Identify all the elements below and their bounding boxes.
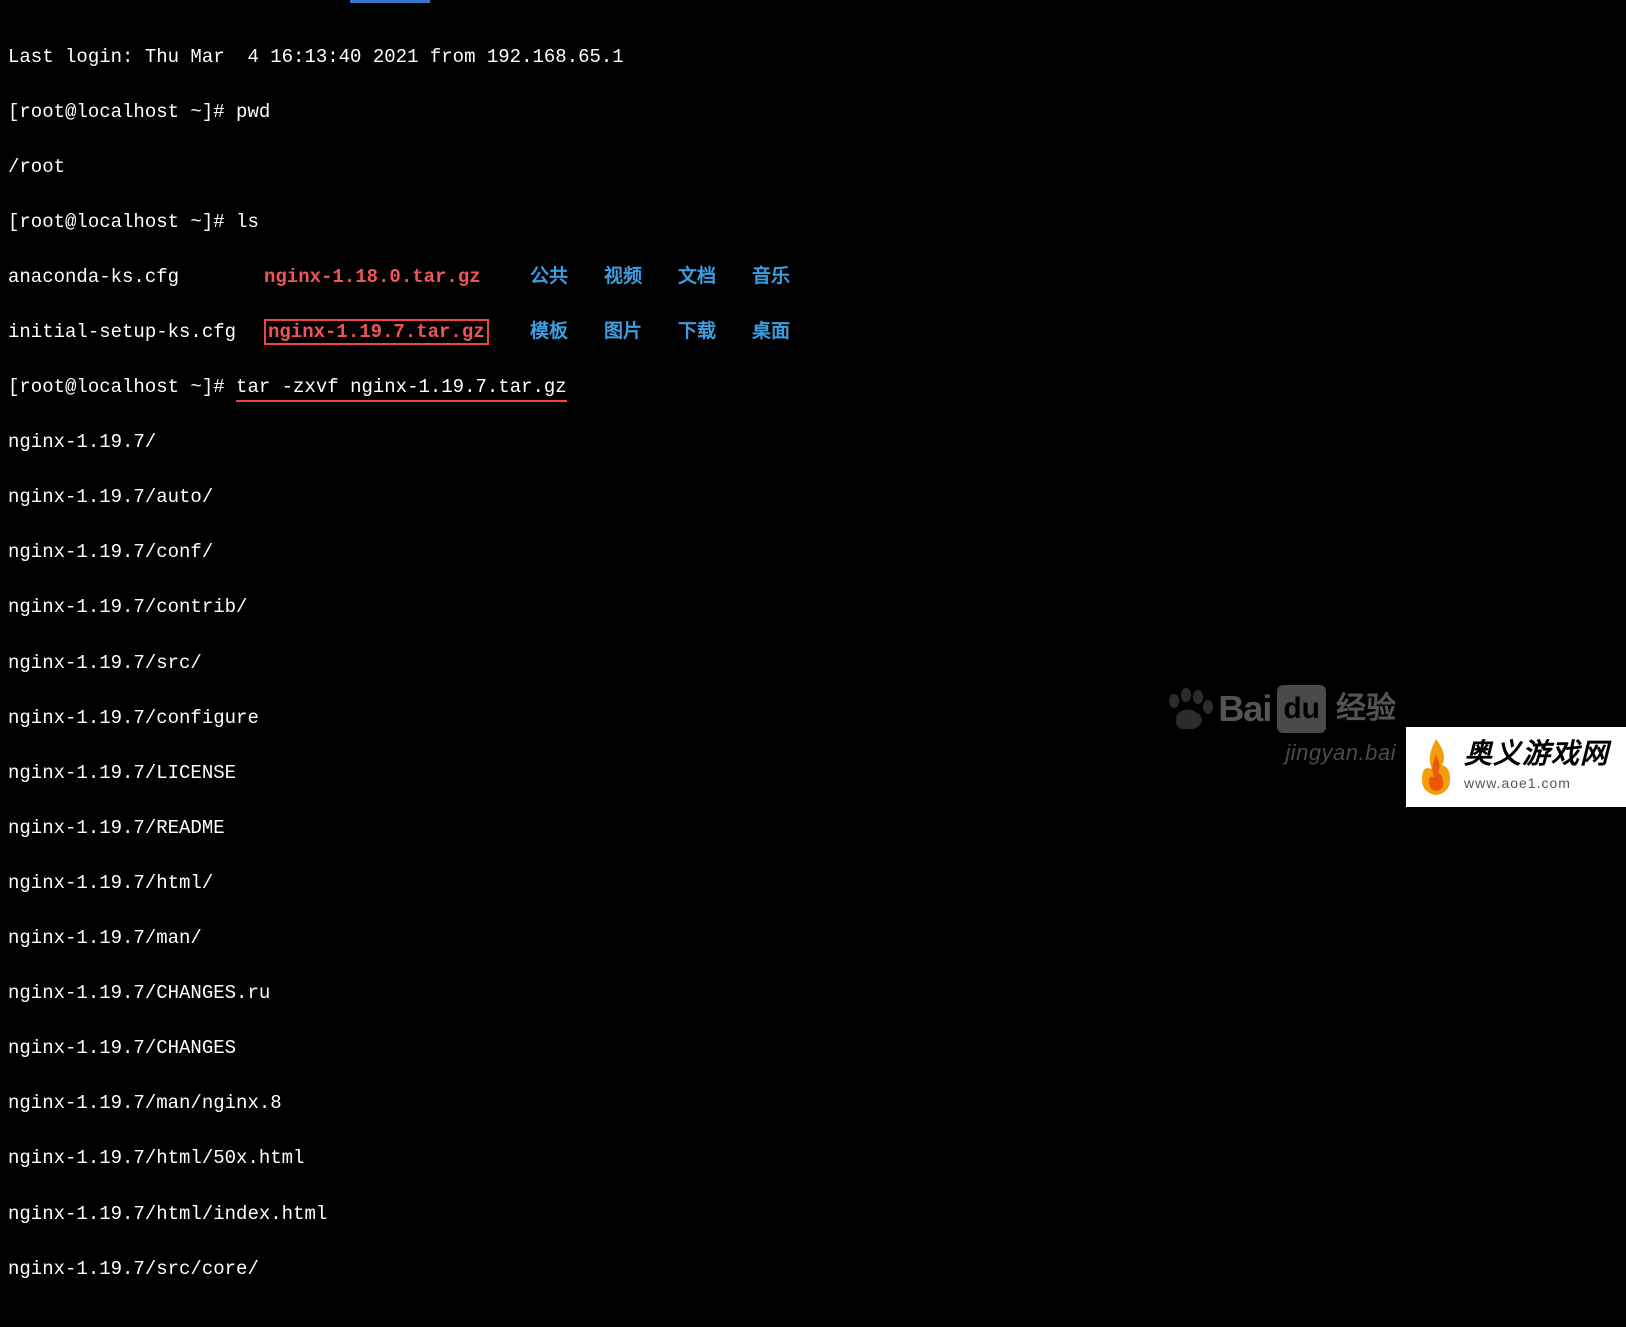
ls-dir: 模板 bbox=[530, 319, 604, 347]
ls-archive-file: nginx-1.18.0.tar.gz bbox=[264, 266, 481, 288]
tar-output-line: nginx-1.19.7/src/core/ bbox=[8, 1256, 1618, 1284]
prompt-tar-line: [root@localhost ~]# tar -zxvf nginx-1.19… bbox=[8, 374, 1618, 402]
ls-dir: 图片 bbox=[604, 319, 678, 347]
cmd-ls: ls bbox=[236, 211, 259, 233]
shell-prompt: [root@localhost ~]# bbox=[8, 376, 236, 398]
flame-icon bbox=[1412, 735, 1460, 799]
tar-output-line: nginx-1.19.7/html/ bbox=[8, 870, 1618, 898]
badge-title: 奥义游戏网 bbox=[1464, 741, 1609, 769]
ls-dir: 音乐 bbox=[752, 264, 826, 292]
ls-dir: 下载 bbox=[678, 319, 752, 347]
baidu-watermark: Baidu经验 jingyan.bai bbox=[1164, 683, 1396, 769]
tar-output-line: nginx-1.19.7/conf/ bbox=[8, 539, 1618, 567]
shell-prompt: [root@localhost ~]# bbox=[8, 211, 236, 233]
tar-output-line: nginx-1.19.7/auto/ bbox=[8, 484, 1618, 512]
tar-output-line: nginx-1.19.7/CHANGES bbox=[8, 1035, 1618, 1063]
ls-file: anaconda-ks.cfg bbox=[8, 264, 264, 292]
ls-dir: 视频 bbox=[604, 264, 678, 292]
ls-archive-file-highlighted: nginx-1.19.7.tar.gz bbox=[264, 319, 489, 345]
tar-output-line: nginx-1.19.7/html/index.html bbox=[8, 1201, 1618, 1229]
tar-output-line: nginx-1.19.7/ bbox=[8, 429, 1618, 457]
top-accent-bar bbox=[350, 0, 430, 3]
terminal-window[interactable]: Last login: Thu Mar 4 16:13:40 2021 from… bbox=[0, 0, 1626, 1327]
ls-dir: 公共 bbox=[530, 264, 604, 292]
ls-dir: 桌面 bbox=[752, 319, 826, 347]
tar-output-line: nginx-1.19.7/README bbox=[8, 815, 1618, 843]
pwd-output: /root bbox=[8, 154, 1618, 182]
shell-prompt: [root@localhost ~]# bbox=[8, 101, 236, 123]
paw-icon bbox=[1164, 687, 1214, 731]
last-login-line: Last login: Thu Mar 4 16:13:40 2021 from… bbox=[8, 44, 1618, 72]
badge-url: www.aoe1.com bbox=[1464, 773, 1609, 793]
watermark-brand-du: du bbox=[1277, 685, 1326, 733]
ls-dir: 文档 bbox=[678, 264, 752, 292]
tar-output-line: nginx-1.19.7/man/nginx.8 bbox=[8, 1090, 1618, 1118]
ls-row-2: initial-setup-ks.cfgnginx-1.19.7.tar.gz 模… bbox=[8, 319, 1618, 347]
tar-output-line: nginx-1.19.7/CHANGES.ru bbox=[8, 980, 1618, 1008]
prompt-pwd-line: [root@localhost ~]# pwd bbox=[8, 99, 1618, 127]
watermark-brand-cn: 经验 bbox=[1336, 687, 1396, 731]
ls-row-1: anaconda-ks.cfgnginx-1.18.0.tar.gz 公共视频文档… bbox=[8, 264, 1618, 292]
cmd-tar-underlined: tar -zxvf nginx-1.19.7.tar.gz bbox=[236, 376, 567, 398]
prompt-ls-line: [root@localhost ~]# ls bbox=[8, 209, 1618, 237]
tar-output-line: nginx-1.19.7/contrib/ bbox=[8, 594, 1618, 622]
watermark-brand-bai: Bai bbox=[1218, 683, 1271, 735]
cmd-pwd: pwd bbox=[236, 101, 270, 123]
site-badge: 奥义游戏网 www.aoe1.com bbox=[1406, 727, 1626, 807]
tar-output-line: nginx-1.19.7/src/ bbox=[8, 650, 1618, 678]
watermark-url: jingyan.bai bbox=[1164, 737, 1396, 769]
tar-output-line: nginx-1.19.7/man/ bbox=[8, 925, 1618, 953]
ls-file: initial-setup-ks.cfg bbox=[8, 319, 264, 347]
tar-output-line: nginx-1.19.7/html/50x.html bbox=[8, 1145, 1618, 1173]
